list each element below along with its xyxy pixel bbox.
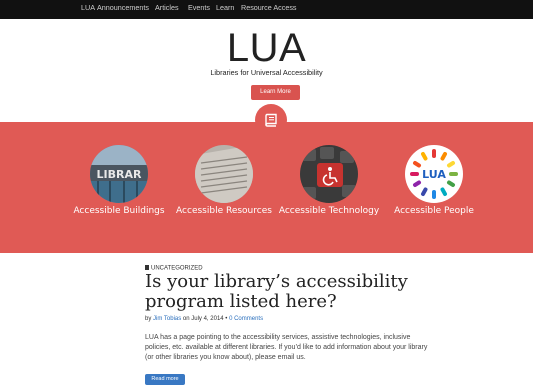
- site-tagline: Libraries for Universal Accessibility: [210, 68, 323, 77]
- post-byline: by Jim Tobias on July 4, 2014 • 0 Commen…: [145, 316, 263, 322]
- byline-date: on July 4, 2014 •: [181, 316, 230, 322]
- feature-label: Accessible People: [394, 206, 474, 216]
- read-more-button[interactable]: Read more: [145, 374, 185, 385]
- learn-more-button[interactable]: Learn More: [251, 85, 300, 100]
- site-title[interactable]: LUA: [0, 28, 533, 68]
- comments-link[interactable]: 0 Comments: [229, 316, 263, 322]
- braille-document-photo[interactable]: [195, 145, 253, 203]
- post-excerpt: LUA has a page pointing to the accessibi…: [145, 334, 428, 361]
- nav-item-events[interactable]: Events: [188, 3, 210, 12]
- author-link[interactable]: Jim Tobias: [153, 316, 181, 322]
- nav-item-learn[interactable]: Learn: [216, 3, 234, 12]
- lua-logo[interactable]: LUA: [405, 145, 463, 203]
- byline-by: by: [145, 316, 154, 322]
- post-title[interactable]: Is your library’s accessibility program …: [145, 272, 440, 312]
- feature-accessible-people[interactable]: LUA Accessible People: [369, 145, 499, 217]
- folder-icon: [145, 265, 149, 270]
- book-icon: [255, 104, 287, 136]
- lua-logo-text: LUA: [422, 168, 446, 181]
- nav-item-resource-access[interactable]: Resource Access: [241, 3, 297, 12]
- nav-item-articles[interactable]: Articles: [155, 3, 179, 12]
- library-building-photo[interactable]: LIBRAR: [90, 145, 148, 203]
- top-nav: LUA Announcements Articles Events Learn …: [0, 0, 533, 19]
- nav-item-lua[interactable]: LUA: [81, 3, 95, 12]
- nav-item-announcements[interactable]: Announcements: [97, 3, 149, 12]
- svg-text:LIBRAR: LIBRAR: [97, 168, 142, 181]
- accessibility-keyboard-photo[interactable]: [300, 145, 358, 203]
